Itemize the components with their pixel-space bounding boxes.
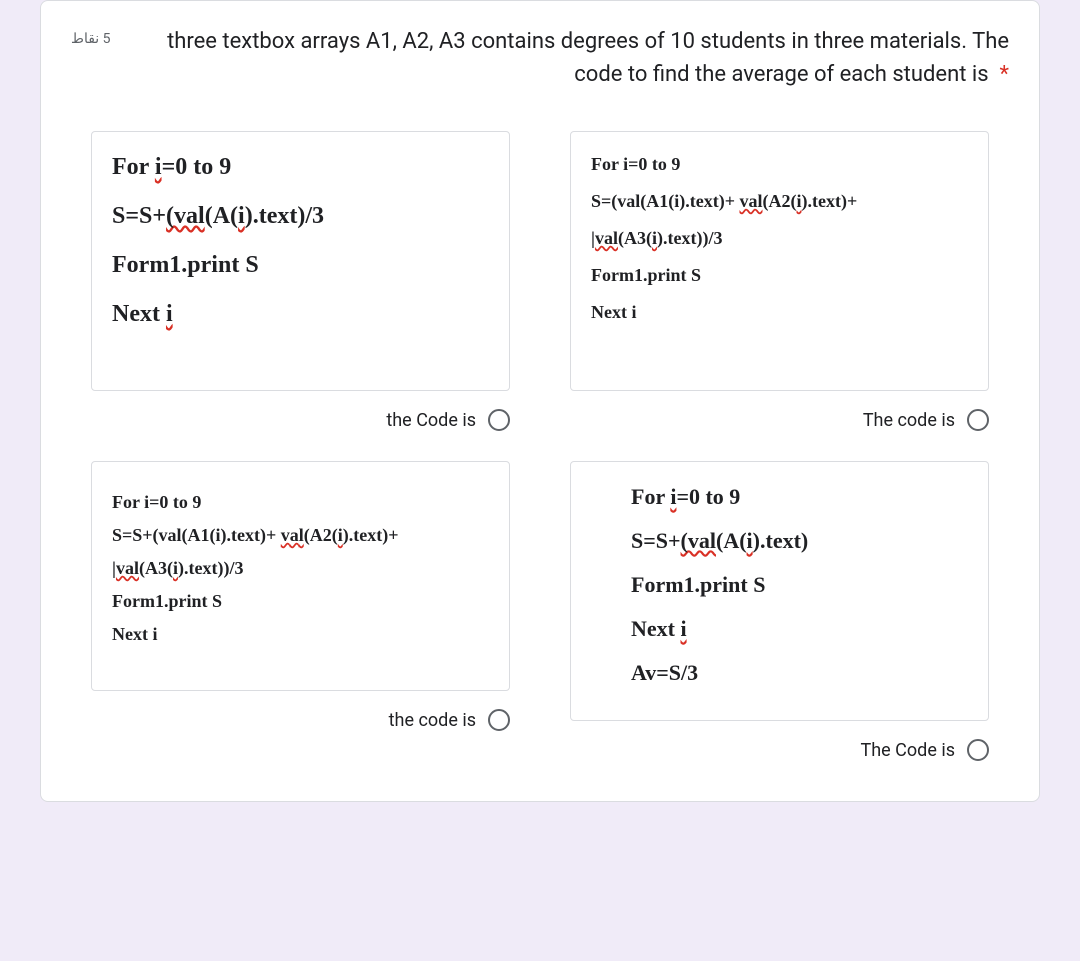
question-card: 5 نقاط three textbox arrays A1, A2, A3 c… <box>40 0 1040 802</box>
option-d-label: The Code is <box>861 740 955 761</box>
option-b-label-row[interactable]: The code is <box>570 409 989 431</box>
code-box-a: For i=0 to 9 S=S+(val(A(i).text)/3 Form1… <box>91 131 510 391</box>
option-c[interactable]: For i=0 to 9 S=S+(val(A1(i).text)+ val(A… <box>91 461 510 761</box>
code-box-d: For i=0 to 9 S=S+(val(A(i).text) Form1.p… <box>570 461 989 721</box>
code-box-b: For i=0 to 9 S=(val(A1(i).text)+ val(A2(… <box>570 131 989 391</box>
question-text: three textbox arrays A1, A2, A3 contains… <box>127 25 1009 91</box>
option-a-label-row[interactable]: the Code is <box>91 409 510 431</box>
code-box-c: For i=0 to 9 S=S+(val(A1(i).text)+ val(A… <box>91 461 510 691</box>
option-b-label: The code is <box>863 410 955 431</box>
option-d-label-row[interactable]: The Code is <box>570 739 989 761</box>
required-mark: * <box>994 62 1009 87</box>
options-grid: For i=0 to 9 S=S+(val(A(i).text)/3 Form1… <box>71 131 1009 761</box>
radio-c[interactable] <box>488 709 510 731</box>
radio-a[interactable] <box>488 409 510 431</box>
question-header: 5 نقاط three textbox arrays A1, A2, A3 c… <box>71 25 1009 91</box>
points-badge: 5 نقاط <box>71 25 111 47</box>
option-a-label: the Code is <box>386 410 476 431</box>
radio-d[interactable] <box>967 739 989 761</box>
option-c-label-row[interactable]: the code is <box>91 709 510 731</box>
radio-b[interactable] <box>967 409 989 431</box>
option-d[interactable]: For i=0 to 9 S=S+(val(A(i).text) Form1.p… <box>570 461 989 761</box>
option-a[interactable]: For i=0 to 9 S=S+(val(A(i).text)/3 Form1… <box>91 131 510 431</box>
option-c-label: the code is <box>389 710 476 731</box>
option-b[interactable]: For i=0 to 9 S=(val(A1(i).text)+ val(A2(… <box>570 131 989 431</box>
